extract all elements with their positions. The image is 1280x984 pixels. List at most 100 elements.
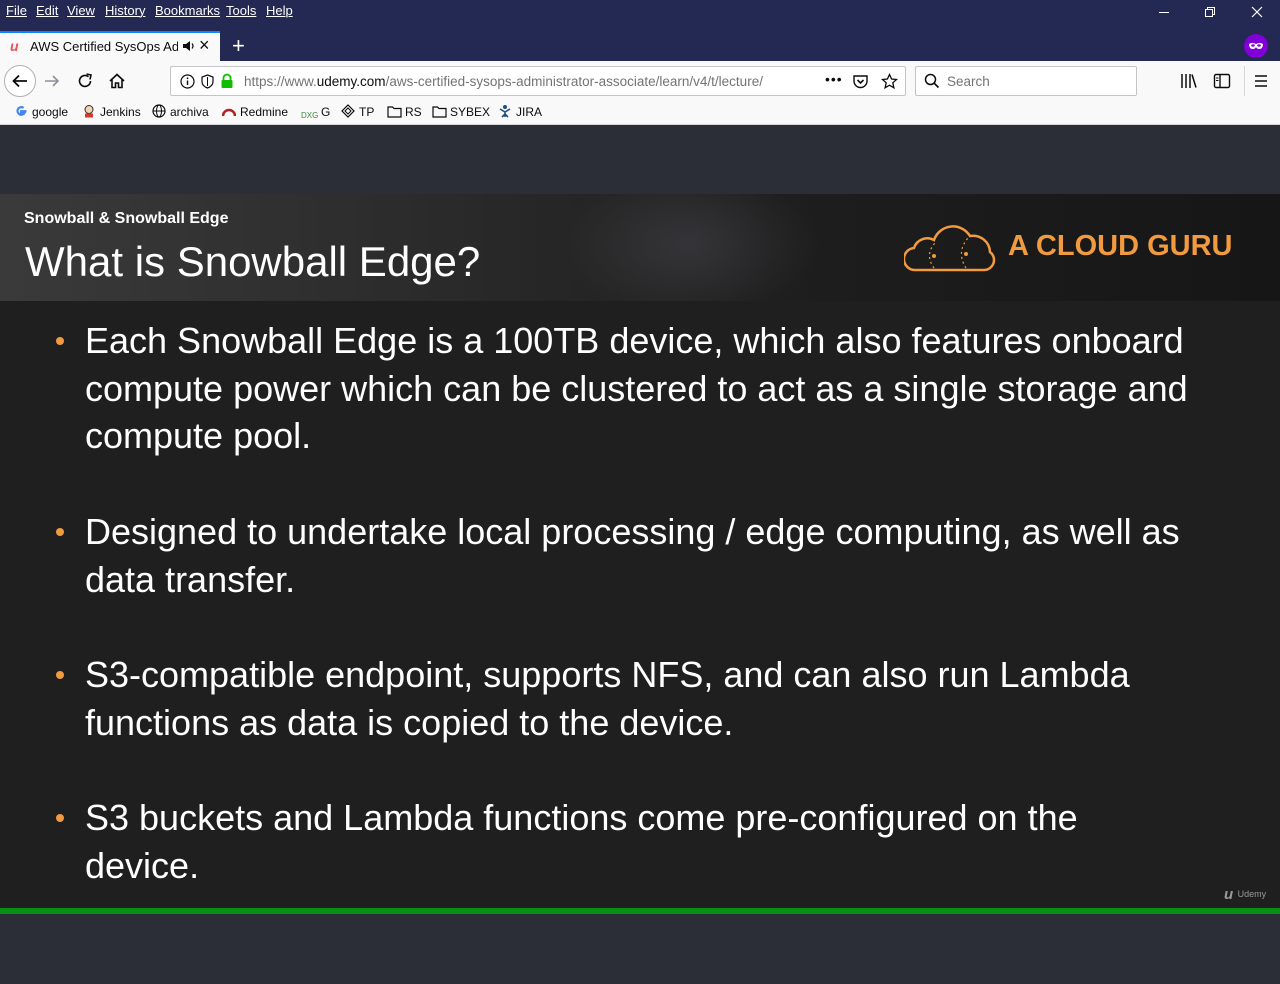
bullet-1: Each Snowball Edge is a 100TB device, wh…	[85, 317, 1235, 460]
hamburger-menu-icon[interactable]	[1253, 72, 1269, 95]
url-domain: udemy.com	[316, 74, 386, 89]
watermark-text: Udemy	[1237, 889, 1267, 899]
udemy-watermark: u Udemy	[1224, 886, 1266, 904]
search-placeholder: Search	[947, 74, 990, 89]
bookmark-redmine[interactable]: Redmine	[221, 103, 289, 121]
bullet-dot	[56, 528, 64, 536]
menu-history[interactable]: History	[105, 3, 145, 18]
bullet-line: Designed to undertake local processing /…	[85, 511, 1180, 552]
cloud-logo-icon	[902, 222, 998, 279]
slide-header: Snowball & Snowball Edge What is Snowbal…	[0, 194, 1280, 301]
bookmark-sybex[interactable]: SYBEX	[432, 103, 490, 121]
bullet-line: data transfer.	[85, 558, 296, 600]
g-favicon-icon: DXG	[301, 111, 319, 120]
globe-icon	[152, 104, 166, 118]
sidebar-toggle-icon[interactable]	[1213, 72, 1231, 95]
bookmark-label: Redmine	[240, 105, 289, 119]
bookmark-label: TP	[359, 105, 375, 119]
bookmark-google[interactable]: google	[14, 103, 68, 121]
bullet-2: Designed to undertake local processing /…	[85, 508, 1235, 603]
search-bar[interactable]: Search	[915, 66, 1137, 96]
url-prefix: https://www.	[244, 74, 317, 89]
bookmark-label: G	[321, 105, 331, 119]
bookmark-jira[interactable]: JIRA	[498, 103, 542, 121]
bookmark-label: Jenkins	[100, 105, 141, 119]
bookmark-rs[interactable]: RS	[387, 103, 422, 121]
header-background-photo	[560, 194, 820, 301]
close-window-icon[interactable]	[1246, 4, 1268, 24]
bookmark-g[interactable]: DXG G	[301, 103, 330, 121]
bookmark-tp[interactable]: TP	[341, 103, 374, 121]
home-button[interactable]	[107, 71, 127, 96]
bookmark-jenkins[interactable]: Jenkins	[82, 103, 141, 121]
back-arrow-icon	[12, 74, 27, 88]
tab-title: AWS Certified SysOps Admin	[30, 39, 178, 54]
jenkins-icon	[82, 104, 96, 118]
menu-bar: File Edit View History Bookmarks Tools H…	[0, 0, 1280, 31]
jira-icon	[498, 104, 512, 118]
url-bar[interactable]: https://www.udemy.com/aws-certified-syso…	[170, 66, 906, 96]
url-text[interactable]: https://www.udemy.com/aws-certified-syso…	[244, 74, 789, 89]
new-tab-button[interactable]: +	[232, 33, 245, 59]
bullet-line: S3-compatible endpoint, supports NFS, an…	[85, 654, 1130, 695]
bullet-line: S3 buckets and Lambda functions come pre…	[85, 797, 1078, 838]
bullet-line: Each Snowball Edge is a 100TB device, wh…	[85, 320, 1184, 361]
player-top-letterbox	[0, 125, 1280, 194]
library-icon[interactable]	[1180, 72, 1198, 95]
secure-lock-icon[interactable]	[220, 73, 234, 94]
bookmark-archiva[interactable]: archiva	[152, 103, 209, 121]
udemy-logo-icon: u	[1224, 886, 1234, 903]
private-browsing-icon	[1244, 34, 1268, 58]
search-icon	[924, 73, 940, 94]
menu-file[interactable]: File	[6, 3, 27, 18]
speaker-icon[interactable]	[182, 39, 196, 58]
udemy-favicon-icon: u	[10, 38, 19, 54]
menu-help[interactable]: Help	[266, 3, 293, 18]
bookmark-label: google	[32, 105, 69, 119]
restore-icon[interactable]	[1199, 4, 1221, 24]
forward-button[interactable]	[42, 71, 62, 96]
page-actions-button[interactable]: •••	[825, 71, 843, 87]
player-bottom-letterbox	[0, 914, 1280, 984]
url-path: /aws-certified-sysops-administrator-asso…	[385, 74, 763, 89]
slide-title: What is Snowball Edge?	[25, 238, 481, 285]
diamond-icon	[341, 104, 355, 118]
reload-button[interactable]	[75, 71, 95, 96]
close-tab-button[interactable]: ×	[199, 35, 210, 56]
slide-subtitle: Snowball & Snowball Edge	[24, 210, 229, 227]
home-icon	[109, 73, 125, 89]
bookmark-label: archiva	[170, 105, 209, 119]
bullet-3: S3-compatible endpoint, supports NFS, an…	[85, 651, 1235, 746]
tracking-protection-icon[interactable]	[200, 74, 215, 94]
forward-arrow-icon	[45, 75, 60, 87]
redmine-icon	[221, 104, 237, 118]
bullet-line: compute power which can be clustered to …	[85, 367, 1188, 409]
toolbar-divider	[1244, 66, 1245, 96]
menu-view[interactable]: View	[67, 3, 95, 18]
back-button[interactable]	[4, 65, 36, 97]
menu-edit[interactable]: Edit	[36, 3, 58, 18]
bookmark-label: RS	[405, 105, 422, 119]
pocket-icon[interactable]	[852, 73, 869, 95]
bullet-line: device.	[85, 844, 200, 886]
brand-name: A CLOUD GURU	[1008, 230, 1233, 262]
bookmark-label: JIRA	[516, 105, 543, 119]
info-icon[interactable]	[180, 74, 195, 94]
slide-body: Each Snowball Edge is a 100TB device, wh…	[0, 301, 1280, 908]
reload-icon	[78, 73, 92, 88]
bullet-line: compute pool.	[85, 415, 312, 456]
folder-icon	[432, 105, 447, 119]
bullet-dot	[56, 337, 64, 345]
minimize-icon[interactable]	[1153, 4, 1175, 24]
bullet-4: S3 buckets and Lambda functions come pre…	[85, 794, 1235, 889]
bookmark-star-icon[interactable]	[880, 72, 899, 95]
google-icon	[14, 104, 28, 118]
menu-bookmarks[interactable]: Bookmarks	[155, 3, 220, 18]
bullet-dot	[56, 814, 64, 822]
folder-icon	[387, 105, 402, 119]
bullet-dot	[56, 671, 64, 679]
tab-udemy-course[interactable]: u AWS Certified SysOps Admin ×	[0, 31, 220, 61]
bookmark-label: SYBEX	[450, 105, 491, 119]
bullet-line: functions as data is copied to the devic…	[85, 701, 734, 743]
menu-tools[interactable]: Tools	[226, 3, 256, 18]
